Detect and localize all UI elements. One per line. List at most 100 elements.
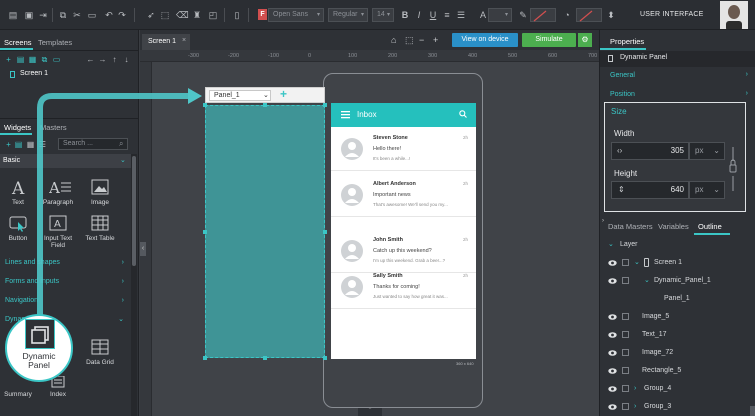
paste-icon[interactable]: ▭ xyxy=(87,10,97,20)
copy-icon[interactable]: ⧉ xyxy=(58,10,68,20)
tab-screen-1[interactable]: Screen 1 × xyxy=(142,34,190,50)
lock-checkbox[interactable] xyxy=(622,277,629,284)
resize-handle[interactable] xyxy=(203,103,207,107)
height-input[interactable]: ⇕ 640 xyxy=(611,181,689,199)
simulate-button[interactable]: Simulate xyxy=(522,33,576,47)
width-unit-select[interactable]: px ⌄ xyxy=(689,142,725,160)
widget-data-grid[interactable]: Data Grid xyxy=(82,338,118,366)
widget-text[interactable]: A Text xyxy=(0,178,36,206)
grid-view-icon[interactable]: ▦ xyxy=(28,55,37,64)
chevron-right-icon[interactable]: › xyxy=(634,398,636,416)
eye-icon[interactable] xyxy=(608,259,617,267)
tab-outline[interactable]: Outline xyxy=(698,222,722,231)
widget-text-table[interactable]: Text Table xyxy=(82,214,118,242)
italic-icon[interactable]: I xyxy=(414,10,424,20)
align-center-icon[interactable]: ☰ xyxy=(456,10,466,20)
gear-icon[interactable]: ⚙ xyxy=(578,33,592,47)
chevron-right-icon[interactable]: › xyxy=(634,380,636,398)
font-size-select[interactable]: 14 ▾ xyxy=(372,8,394,22)
scrollbar[interactable] xyxy=(131,154,137,416)
eye-icon[interactable] xyxy=(608,313,617,321)
resize-handle[interactable] xyxy=(203,356,207,360)
device-icon[interactable]: ▯ xyxy=(232,10,242,20)
widget-input-text-field[interactable]: A Input Text Field xyxy=(40,214,76,249)
lock-checkbox[interactable] xyxy=(622,313,629,320)
fill-color-select[interactable] xyxy=(576,8,602,22)
lock-checkbox[interactable] xyxy=(622,259,629,266)
outline-item[interactable]: › Group_4 xyxy=(600,380,755,398)
hamburger-menu-icon[interactable] xyxy=(341,111,350,119)
add-screen-icon[interactable]: + xyxy=(4,55,13,64)
lasso-icon[interactable]: ⬚ xyxy=(160,10,170,20)
text-color-select[interactable]: ▾ xyxy=(488,8,512,22)
home-icon[interactable]: ⌂ xyxy=(391,35,396,45)
duplicate-icon[interactable]: ⧉ xyxy=(40,55,49,64)
add-panel-icon[interactable]: + xyxy=(280,87,287,101)
eraser-icon[interactable]: ⌫ xyxy=(176,10,189,20)
undo-icon[interactable]: ↶ xyxy=(104,10,114,20)
add-widget-icon[interactable]: + xyxy=(4,140,13,149)
outline-item[interactable]: Rectangle_5 xyxy=(600,362,755,380)
lock-checkbox[interactable] xyxy=(622,331,629,338)
height-unit-select[interactable]: px ⌄ xyxy=(689,181,725,199)
collapse-right-panel-handle[interactable]: › xyxy=(602,218,606,228)
tab-data-masters[interactable]: Data Masters xyxy=(608,222,653,231)
tab-widgets[interactable]: Widgets xyxy=(4,123,31,132)
pen-icon[interactable]: ✎ xyxy=(518,10,528,20)
scrollbar-thumb[interactable] xyxy=(750,406,755,416)
resize-handle[interactable] xyxy=(323,356,327,360)
outline-item[interactable]: Panel_1 xyxy=(600,290,755,308)
underline-icon[interactable]: U xyxy=(428,10,438,20)
screen-list-item[interactable]: Screen 1 xyxy=(0,68,138,80)
outline-item[interactable]: ⌄ Screen 1 xyxy=(600,254,755,272)
resize-handle[interactable] xyxy=(263,356,267,360)
pointer-icon[interactable]: ➶ xyxy=(146,10,156,20)
basic-section-header[interactable]: Basic ⌄ xyxy=(0,154,131,168)
tab-masters[interactable]: Masters xyxy=(40,123,67,132)
layer-order-icon[interactable]: ⬍ xyxy=(606,10,616,20)
lock-checkbox[interactable] xyxy=(622,403,629,410)
width-input[interactable]: ‹› 305 xyxy=(611,142,689,160)
resize-handle[interactable] xyxy=(203,230,207,234)
align-left-icon[interactable]: ≡ xyxy=(442,10,452,20)
section-forms-and-inputs[interactable]: Forms and inputs › xyxy=(0,273,130,291)
arrow-left-icon[interactable]: ← xyxy=(86,55,95,64)
eye-icon[interactable] xyxy=(608,277,617,285)
collapse-left-panel-handle[interactable]: ‹ xyxy=(140,242,146,256)
zoom-out-icon[interactable]: − xyxy=(419,35,424,45)
widget-search-input[interactable]: Search ... ⌕ xyxy=(58,138,128,150)
text-color-icon[interactable]: A xyxy=(478,10,488,20)
font-weight-select[interactable]: Regular ▾ xyxy=(328,8,368,22)
outline-layer-row[interactable]: ⌄ Layer xyxy=(600,236,755,254)
font-family-select[interactable]: Open Sans ▾ xyxy=(268,8,324,22)
view-on-device-button[interactable]: View on device xyxy=(452,33,518,47)
dynamic-panel-selection[interactable] xyxy=(205,105,325,358)
bold-icon[interactable]: B xyxy=(400,10,410,20)
tab-variables[interactable]: Variables xyxy=(658,222,689,231)
lock-checkbox[interactable] xyxy=(622,385,629,392)
fit-icon[interactable]: ⬚ xyxy=(405,35,414,46)
stroke-color-select[interactable] xyxy=(530,8,556,22)
tab-templates[interactable]: Templates xyxy=(38,38,72,47)
arrow-right-icon[interactable]: → xyxy=(98,55,107,64)
resize-handle[interactable] xyxy=(323,230,327,234)
redo-icon[interactable]: ↷ xyxy=(117,10,127,20)
message-item[interactable]: Steven Stone Hello there! It's been a wh… xyxy=(331,129,476,171)
widget-button[interactable]: Button xyxy=(0,214,36,242)
lock-checkbox[interactable] xyxy=(622,367,629,374)
lock-checkbox[interactable] xyxy=(622,349,629,356)
screen-settings-icon[interactable]: ▭ xyxy=(52,55,61,64)
message-item[interactable]: Sally Smith Thanks for coming! Just want… xyxy=(331,267,476,309)
section-lines-and-shapes[interactable]: Lines and shapes › xyxy=(0,254,130,272)
resize-handle[interactable] xyxy=(323,103,327,107)
shapes-icon[interactable]: ◰ xyxy=(208,10,218,20)
outline-item[interactable]: Image_5 xyxy=(600,308,755,326)
panel-dropdown[interactable]: Panel_1 ⌄ xyxy=(209,90,271,101)
aspect-ratio-lock-icon[interactable] xyxy=(729,147,737,195)
export-icon[interactable]: ⇥ xyxy=(38,10,48,20)
collapse-bottom-handle[interactable]: ˆ xyxy=(358,407,382,416)
avatar[interactable] xyxy=(720,1,748,29)
eye-icon[interactable] xyxy=(608,367,617,375)
format-painter-icon[interactable]: ♜ xyxy=(192,10,202,20)
zoom-in-icon[interactable]: + xyxy=(433,35,438,45)
